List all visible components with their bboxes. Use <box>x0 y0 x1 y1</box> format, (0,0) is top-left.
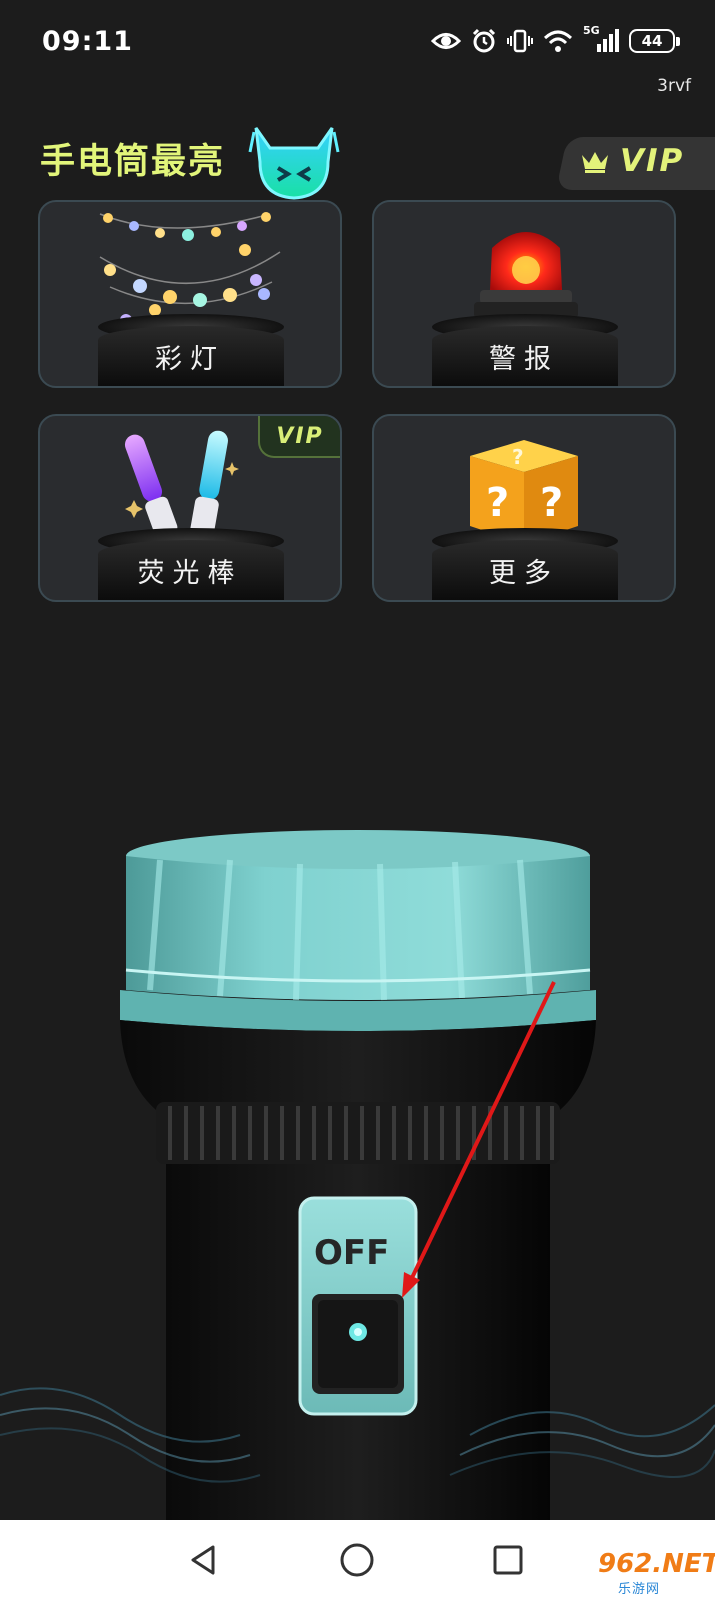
mode-label: 彩灯 <box>155 344 225 375</box>
recents-button[interactable] <box>486 1538 530 1582</box>
status-icons: 5G 44 <box>431 24 680 54</box>
mascot-icon <box>248 127 340 200</box>
mode-card-string-lights[interactable]: 彩灯 <box>38 200 342 388</box>
svg-text:?: ? <box>512 445 524 469</box>
wave-decoration <box>0 1387 715 1483</box>
vip-label: VIP <box>620 143 685 179</box>
switch-state-label: OFF <box>314 1233 390 1273</box>
svg-text:?: ? <box>540 480 563 526</box>
svg-text:?: ? <box>486 480 509 526</box>
vibrate-icon <box>507 29 533 53</box>
app-title: 手电筒最亮 <box>40 142 226 182</box>
recents-icon <box>493 1545 523 1575</box>
eye-icon <box>431 33 461 49</box>
mode-label: 警报 <box>489 344 559 375</box>
battery-icon: 44 <box>629 29 680 53</box>
mode-card-more[interactable]: ? ? ? 更多 <box>372 414 676 602</box>
vip-badge: VIP <box>258 416 340 458</box>
watermark-text: 962.NET <box>598 1549 715 1579</box>
status-bar: 09:11 5G 44 <box>0 0 715 84</box>
signal-icon: 5G <box>583 24 619 54</box>
home-icon <box>340 1543 374 1577</box>
build-tag: 3rvf <box>657 76 691 96</box>
mode-card-siren[interactable]: 警报 <box>372 200 676 388</box>
status-time: 09:11 <box>42 26 133 57</box>
mode-label: 荧光棒 <box>137 558 243 589</box>
mode-label: 更多 <box>489 558 559 589</box>
home-button[interactable] <box>335 1538 379 1582</box>
crown-icon <box>582 152 608 173</box>
mode-card-glow-sticks[interactable]: VIP 荧光棒 <box>38 414 342 602</box>
wifi-icon <box>543 30 573 52</box>
back-icon <box>191 1545 215 1575</box>
alarm-icon <box>472 28 496 53</box>
vip-button[interactable]: VIP <box>580 143 684 179</box>
back-button[interactable] <box>182 1538 226 1582</box>
battery-level: 44 <box>641 32 663 50</box>
watermark-subtext: 乐游网 <box>618 1582 661 1597</box>
